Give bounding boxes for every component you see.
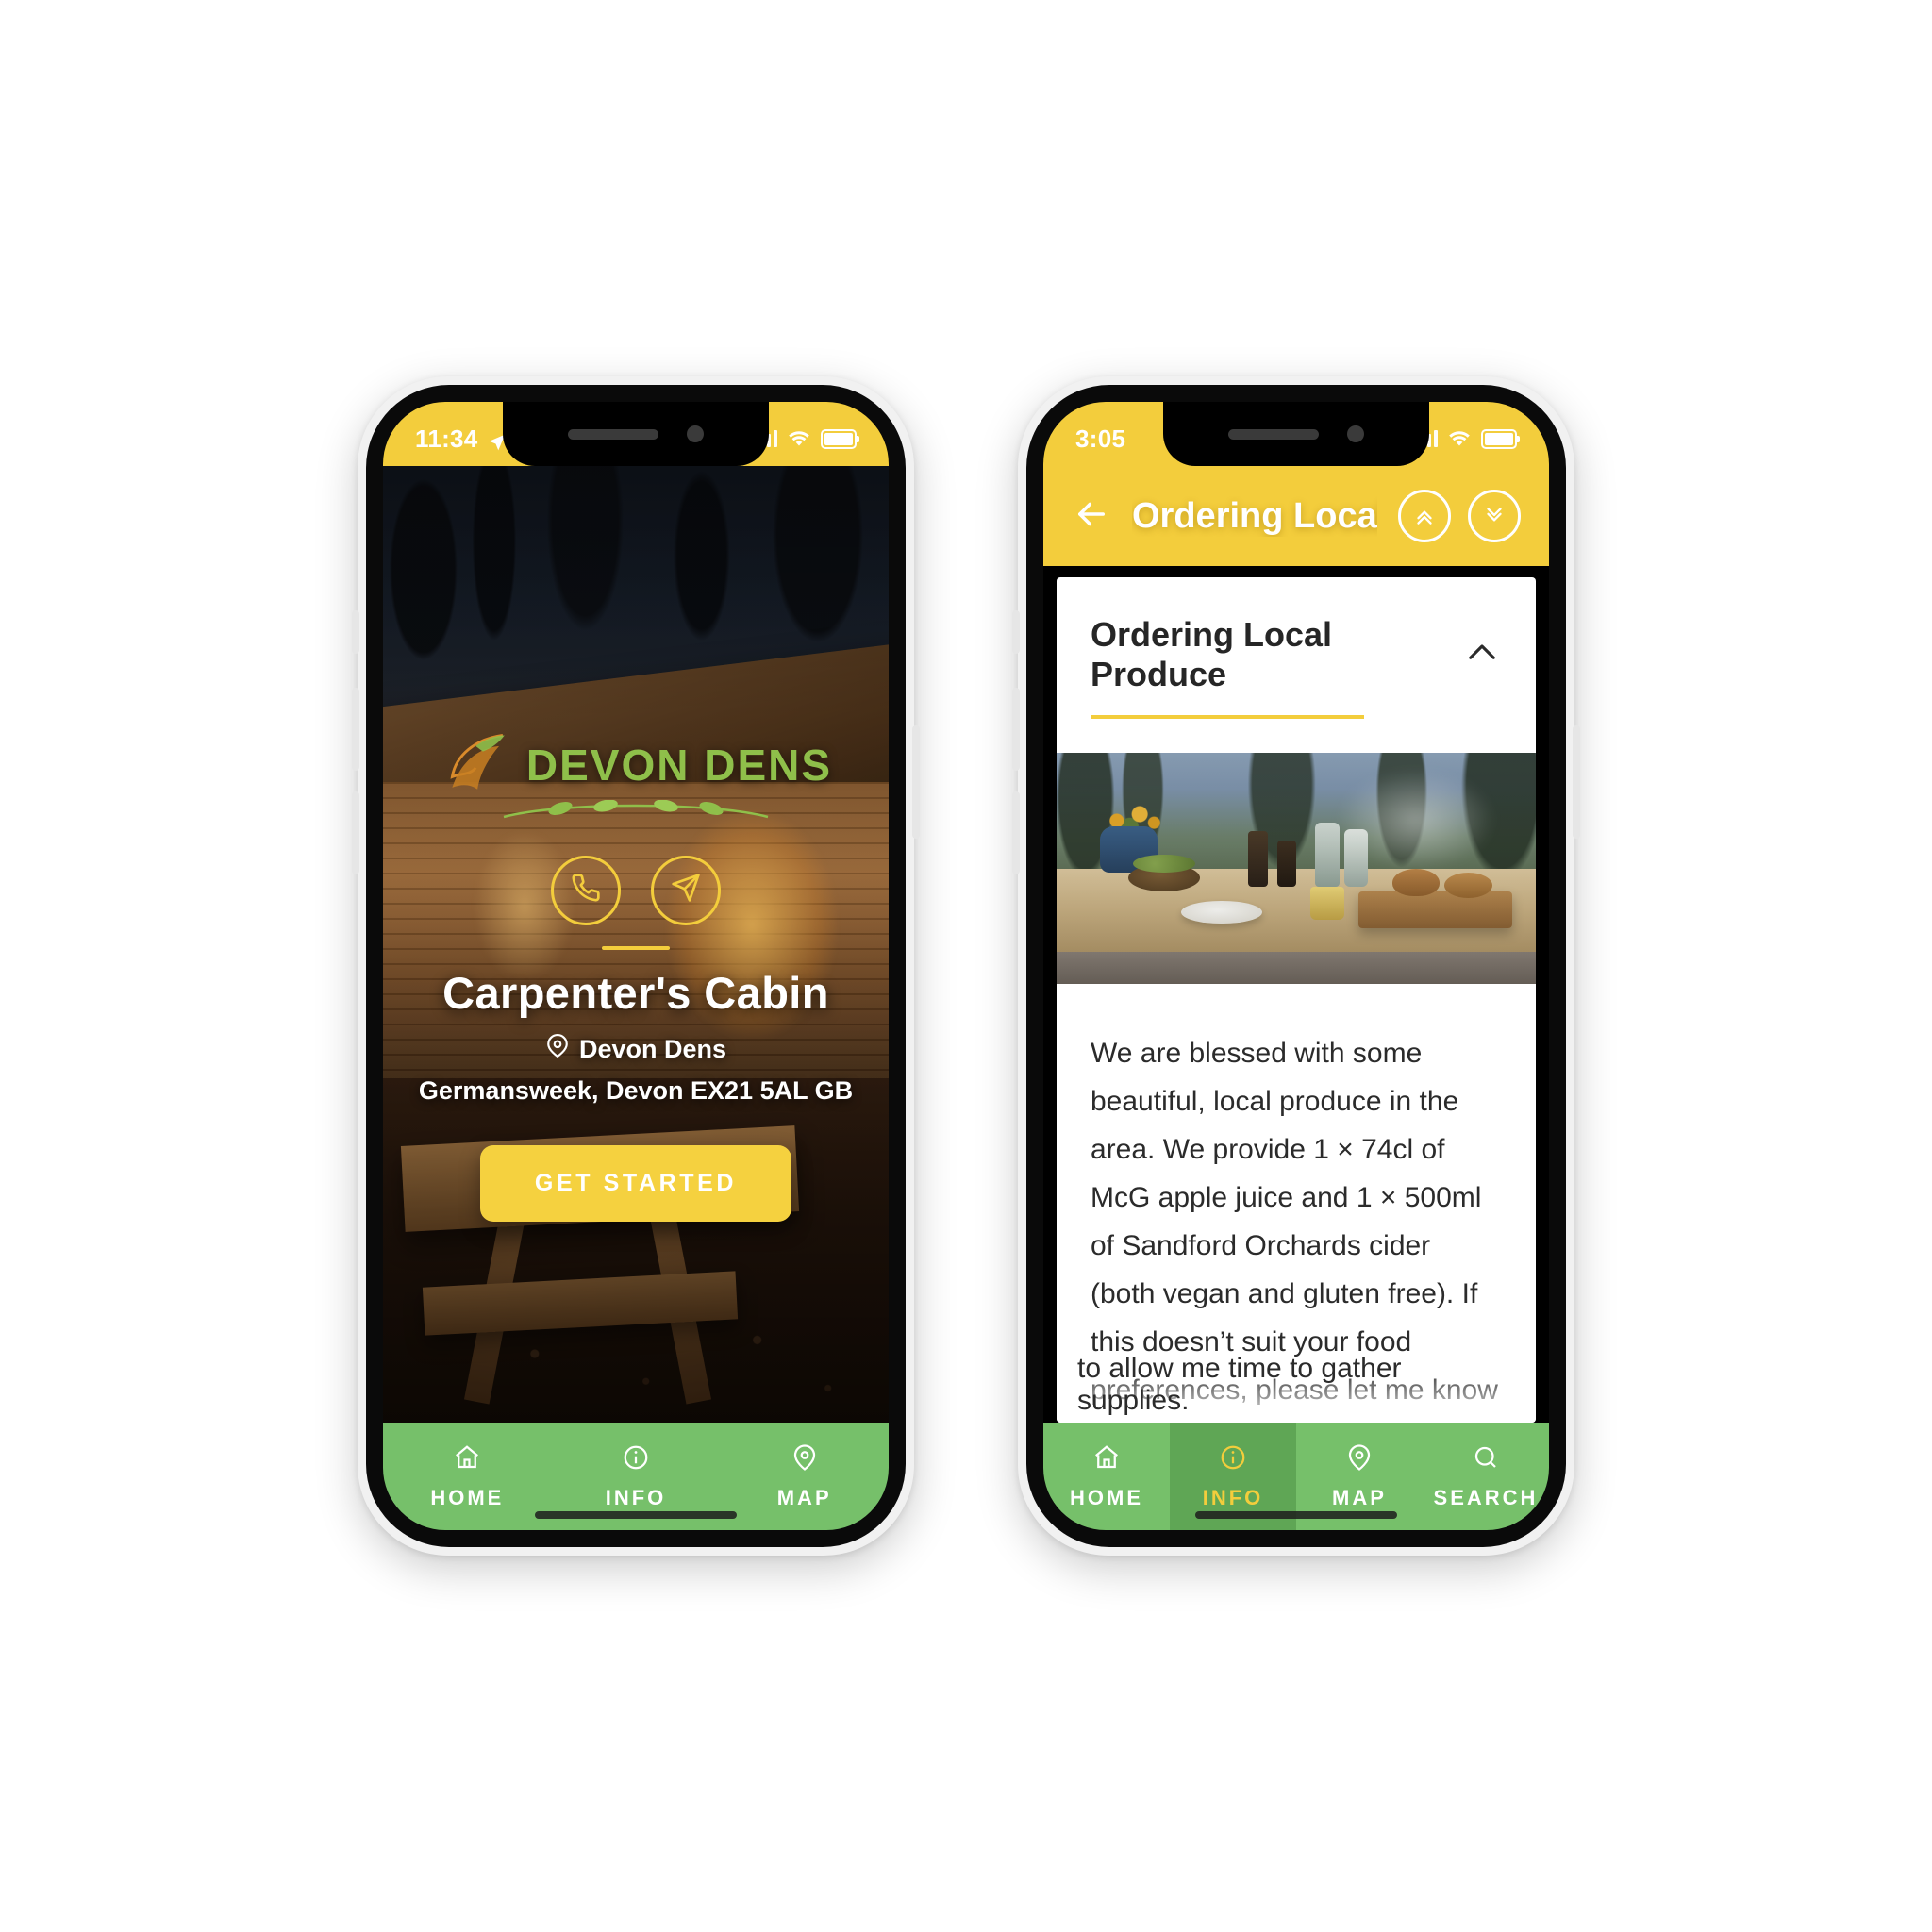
page-title: Carpenter's Cabin (442, 967, 829, 1018)
info-body: Ordering Local Produce We are blessed wi… (1043, 566, 1549, 1423)
chevron-up-icon[interactable] (1462, 633, 1502, 677)
tab-map[interactable]: MAP (720, 1423, 889, 1530)
expand-all-button[interactable] (1468, 490, 1521, 542)
call-button[interactable] (551, 855, 621, 925)
mute-switch[interactable] (352, 610, 359, 654)
navigation-bar: Ordering Local Pro... (1043, 466, 1549, 566)
leaf-swoosh-logo-icon (440, 724, 521, 806)
nav-actions (1398, 490, 1521, 542)
tab-info-label: INFO (605, 1485, 667, 1509)
vine-decoration-icon (494, 799, 777, 829)
mute-switch[interactable] (1012, 610, 1020, 654)
get-started-button[interactable]: GET STARTED (479, 1144, 792, 1222)
brand-name: DEVON DENS (525, 740, 833, 790)
home-icon (1092, 1443, 1121, 1476)
status-right (754, 415, 859, 454)
volume-up-button[interactable] (1012, 688, 1020, 771)
phone-info-screen: 3:05 Ordering Local Pro... (1012, 376, 1580, 1556)
map-pin-icon (791, 1443, 819, 1476)
info-icon (622, 1443, 650, 1476)
tab-info-label: INFO (1202, 1485, 1264, 1509)
status-time: 11:34 (415, 424, 478, 453)
brand-logo: DEVON DENS (440, 724, 832, 806)
tab-bar-1: HOME INFO MAP (383, 1423, 889, 1530)
hero-content: DEVON DENS Carpenter's Cabin Devon Dens … (383, 466, 889, 1423)
tab-home[interactable]: HOME (1043, 1423, 1170, 1530)
status-left: 11:34 (415, 415, 507, 454)
tab-map-label: MAP (776, 1485, 832, 1509)
front-camera (687, 425, 704, 442)
status-left: 3:05 (1075, 415, 1125, 454)
tab-search[interactable]: SEARCH (1423, 1423, 1549, 1530)
status-right (1414, 415, 1520, 454)
card-header[interactable]: Ordering Local Produce (1057, 577, 1536, 719)
search-icon (1472, 1443, 1500, 1476)
dual-phone-mockup: 11:34 DEVON DENS Carpenter's Cabin Devon… (0, 0, 1932, 1932)
front-camera (1347, 425, 1364, 442)
tab-map-label: MAP (1332, 1485, 1387, 1509)
accordion-card: Ordering Local Produce We are blessed wi… (1057, 577, 1536, 1423)
info-icon (1219, 1443, 1247, 1476)
notch (1163, 402, 1429, 466)
power-button[interactable] (1573, 725, 1580, 839)
tab-search-label: SEARCH (1433, 1485, 1539, 1509)
home-icon (453, 1443, 481, 1476)
nav-title: Ordering Local Pro... (1132, 495, 1377, 536)
power-button[interactable] (912, 725, 920, 839)
paper-plane-icon (671, 873, 701, 908)
status-time: 3:05 (1075, 424, 1126, 453)
screen-2: 3:05 Ordering Local Pro... (1043, 402, 1549, 1530)
volume-down-button[interactable] (1012, 791, 1020, 874)
earpiece-speaker (568, 428, 658, 440)
volume-up-button[interactable] (352, 688, 359, 771)
hero-action-buttons (551, 855, 721, 925)
location-name: Devon Dens (578, 1034, 727, 1063)
phone-icon (571, 873, 601, 908)
battery-full-icon (1481, 428, 1520, 449)
address: Germansweek, Devon EX21 5AL GB (418, 1075, 854, 1105)
home-indicator[interactable] (535, 1511, 737, 1519)
hero-section: DEVON DENS Carpenter's Cabin Devon Dens … (383, 466, 889, 1423)
collapse-all-button[interactable] (1398, 490, 1451, 542)
location-row: Devon Dens (545, 1033, 727, 1065)
volume-down-button[interactable] (352, 791, 359, 874)
divider (602, 945, 670, 950)
notch (503, 402, 769, 466)
map-pin-icon (545, 1033, 570, 1065)
tab-home-label: HOME (1070, 1485, 1143, 1509)
battery-full-icon (821, 428, 859, 449)
home-indicator[interactable] (1195, 1511, 1397, 1519)
back-button[interactable] (1072, 494, 1111, 539)
tab-home[interactable]: HOME (383, 1423, 552, 1530)
message-button[interactable] (651, 855, 721, 925)
earpiece-speaker (1228, 428, 1319, 440)
screen-1: 11:34 DEVON DENS Carpenter's Cabin Devon… (383, 402, 889, 1530)
tab-bar-2: HOME INFO MAP SEARCH (1043, 1423, 1549, 1530)
title-underline (1091, 715, 1364, 719)
tab-home-label: HOME (430, 1485, 505, 1509)
map-pin-icon (1345, 1443, 1374, 1476)
wifi-icon (788, 425, 810, 454)
phone-home-screen: 11:34 DEVON DENS Carpenter's Cabin Devon… (352, 376, 920, 1556)
card-body-overflow: to allow me time to gather supplies. (1077, 1353, 1402, 1416)
wifi-icon (1448, 425, 1471, 454)
card-title: Ordering Local Produce (1091, 615, 1333, 693)
produce-photo (1057, 753, 1536, 985)
